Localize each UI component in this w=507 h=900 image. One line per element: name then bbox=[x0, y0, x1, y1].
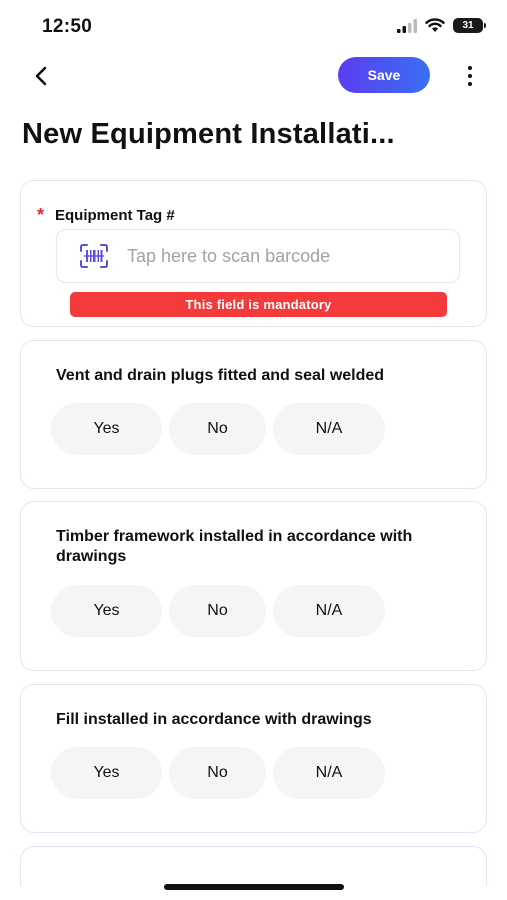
answer-options: Yes No N/A bbox=[51, 747, 385, 799]
option-yes-button[interactable]: Yes bbox=[51, 585, 162, 637]
equipment-tag-card: * Equipment Tag # This field is mandator… bbox=[20, 180, 487, 327]
save-button[interactable]: Save bbox=[338, 57, 430, 93]
option-na-button[interactable]: N/A bbox=[273, 403, 385, 455]
status-bar: 12:50 31 bbox=[0, 0, 507, 56]
page-title: New Equipment Installati... bbox=[22, 118, 395, 150]
barcode-scan-field[interactable] bbox=[56, 229, 460, 283]
option-yes-button[interactable]: Yes bbox=[51, 747, 162, 799]
battery-level: 31 bbox=[462, 20, 474, 31]
equipment-tag-label: Equipment Tag # bbox=[55, 207, 175, 224]
chevron-left-icon bbox=[35, 66, 47, 86]
required-asterisk: * bbox=[37, 205, 45, 225]
status-time: 12:50 bbox=[42, 16, 93, 37]
mandatory-error-banner: This field is mandatory bbox=[70, 292, 447, 317]
question-card: Timber framework installed in accordance… bbox=[20, 501, 487, 671]
question-card: Fill installed in accordance with drawin… bbox=[20, 684, 487, 833]
option-na-button[interactable]: N/A bbox=[273, 747, 385, 799]
more-options-button[interactable] bbox=[458, 60, 482, 92]
signal-icon bbox=[397, 18, 417, 33]
question-text: Vent and drain plugs fitted and seal wel… bbox=[56, 367, 385, 384]
option-na-button[interactable]: N/A bbox=[273, 585, 385, 637]
status-icons: 31 bbox=[397, 18, 486, 33]
nav-bar: Save bbox=[0, 56, 507, 96]
back-button[interactable] bbox=[28, 62, 56, 90]
question-card-partial bbox=[20, 846, 487, 886]
home-indicator[interactable] bbox=[164, 884, 344, 890]
option-no-button[interactable]: No bbox=[169, 403, 266, 455]
question-text: Timber framework installed in accordance… bbox=[56, 528, 413, 565]
question-card: Vent and drain plugs fitted and seal wel… bbox=[20, 340, 487, 489]
option-no-button[interactable]: No bbox=[169, 747, 266, 799]
option-yes-button[interactable]: Yes bbox=[51, 403, 162, 455]
more-vertical-icon bbox=[468, 66, 472, 70]
barcode-scan-icon bbox=[80, 244, 108, 268]
answer-options: Yes No N/A bbox=[51, 585, 385, 637]
wifi-icon bbox=[425, 18, 445, 32]
battery-icon: 31 bbox=[453, 18, 486, 33]
answer-options: Yes No N/A bbox=[51, 403, 385, 455]
option-no-button[interactable]: No bbox=[169, 585, 266, 637]
question-text: Fill installed in accordance with drawin… bbox=[56, 711, 372, 728]
equipment-tag-input[interactable] bbox=[127, 245, 427, 267]
